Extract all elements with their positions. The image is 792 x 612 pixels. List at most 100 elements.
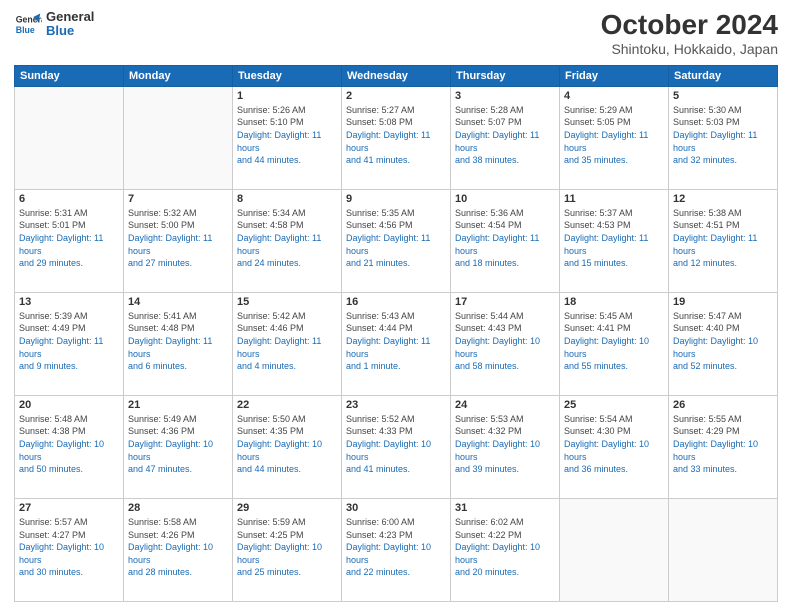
day-number: 4 <box>564 90 664 102</box>
day-info: Sunrise: 5:55 AMSunset: 4:29 PMDaylight:… <box>673 413 773 476</box>
day-info: Sunrise: 5:41 AMSunset: 4:48 PMDaylight:… <box>128 310 228 373</box>
day-info: Sunrise: 5:37 AMSunset: 4:53 PMDaylight:… <box>564 207 664 270</box>
day-number: 15 <box>237 296 337 308</box>
calendar-cell <box>124 86 233 189</box>
day-info: Sunrise: 5:29 AMSunset: 5:05 PMDaylight:… <box>564 104 664 167</box>
calendar-cell: 12 Sunrise: 5:38 AMSunset: 4:51 PMDayligh… <box>669 189 778 292</box>
week-row-1: 6 Sunrise: 5:31 AMSunset: 5:01 PMDaylight… <box>15 189 778 292</box>
day-info: Sunrise: 5:34 AMSunset: 4:58 PMDaylight:… <box>237 207 337 270</box>
calendar-cell: 10Sunrise: 5:36 AMSunset: 4:54 PMDayligh… <box>451 189 560 292</box>
logo-icon: General Blue <box>14 10 42 38</box>
day-info: Sunrise: 5:32 AMSunset: 5:00 PMDaylight:… <box>128 207 228 270</box>
calendar-cell: 21 Sunrise: 5:49 AMSunset: 4:36 PMDayligh… <box>124 395 233 498</box>
weekday-header-wednesday: Wednesday <box>342 65 451 86</box>
weekday-header-row: SundayMondayTuesdayWednesdayThursdayFrid… <box>15 65 778 86</box>
day-number: 2 <box>346 90 446 102</box>
day-info: Sunrise: 5:30 AMSunset: 5:03 PMDaylight:… <box>673 104 773 167</box>
calendar-title: October 2024 <box>601 10 778 41</box>
day-number: 21 <box>128 399 228 411</box>
day-info: Sunrise: 5:31 AMSunset: 5:01 PMDaylight:… <box>19 207 119 270</box>
day-number: 31 <box>455 502 555 514</box>
week-row-0: 1Sunrise: 5:26 AMSunset: 5:10 PMDaylight… <box>15 86 778 189</box>
week-row-2: 13Sunrise: 5:39 AMSunset: 4:49 PMDayligh… <box>15 292 778 395</box>
calendar-cell: 4 Sunrise: 5:29 AMSunset: 5:05 PMDaylight… <box>560 86 669 189</box>
day-info: Sunrise: 5:36 AMSunset: 4:54 PMDaylight:… <box>455 207 555 270</box>
day-info: Sunrise: 5:45 AMSunset: 4:41 PMDaylight:… <box>564 310 664 373</box>
calendar-cell: 25Sunrise: 5:54 AMSunset: 4:30 PMDayligh… <box>560 395 669 498</box>
day-number: 20 <box>19 399 119 411</box>
logo-line1: General <box>46 10 94 24</box>
day-info: Sunrise: 5:49 AMSunset: 4:36 PMDaylight:… <box>128 413 228 476</box>
day-number: 1 <box>237 90 337 102</box>
day-number: 19 <box>673 296 773 308</box>
day-number: 12 <box>673 193 773 205</box>
calendar-cell: 11 Sunrise: 5:37 AMSunset: 4:53 PMDayligh… <box>560 189 669 292</box>
day-number: 28 <box>128 502 228 514</box>
day-info: Sunrise: 6:00 AMSunset: 4:23 PMDaylight:… <box>346 516 446 579</box>
day-info: Sunrise: 5:58 AMSunset: 4:26 PMDaylight:… <box>128 516 228 579</box>
weekday-header-saturday: Saturday <box>669 65 778 86</box>
svg-text:Blue: Blue <box>16 25 35 35</box>
calendar-cell <box>15 86 124 189</box>
calendar-cell: 24 Sunrise: 5:53 AMSunset: 4:32 PMDayligh… <box>451 395 560 498</box>
day-info: Sunrise: 5:59 AMSunset: 4:25 PMDaylight:… <box>237 516 337 579</box>
page: General Blue General Blue October 2024 S… <box>0 0 792 612</box>
calendar-cell: 13Sunrise: 5:39 AMSunset: 4:49 PMDayligh… <box>15 292 124 395</box>
calendar-cell: 31 Sunrise: 6:02 AMSunset: 4:22 PMDayligh… <box>451 498 560 601</box>
day-info: Sunrise: 5:50 AMSunset: 4:35 PMDaylight:… <box>237 413 337 476</box>
calendar-cell: 20 Sunrise: 5:48 AMSunset: 4:38 PMDayligh… <box>15 395 124 498</box>
day-number: 3 <box>455 90 555 102</box>
weekday-header-sunday: Sunday <box>15 65 124 86</box>
day-number: 27 <box>19 502 119 514</box>
calendar-cell <box>560 498 669 601</box>
day-info: Sunrise: 5:42 AMSunset: 4:46 PMDaylight:… <box>237 310 337 373</box>
calendar-cell: 3 Sunrise: 5:28 AMSunset: 5:07 PMDaylight… <box>451 86 560 189</box>
day-info: Sunrise: 5:38 AMSunset: 4:51 PMDaylight:… <box>673 207 773 270</box>
day-number: 26 <box>673 399 773 411</box>
day-info: Sunrise: 5:35 AMSunset: 4:56 PMDaylight:… <box>346 207 446 270</box>
calendar-cell: 19 Sunrise: 5:47 AMSunset: 4:40 PMDayligh… <box>669 292 778 395</box>
day-number: 5 <box>673 90 773 102</box>
calendar-cell: 7Sunrise: 5:32 AMSunset: 5:00 PMDaylight… <box>124 189 233 292</box>
day-number: 16 <box>346 296 446 308</box>
calendar-cell: 26 Sunrise: 5:55 AMSunset: 4:29 PMDayligh… <box>669 395 778 498</box>
calendar-cell: 17Sunrise: 5:44 AMSunset: 4:43 PMDayligh… <box>451 292 560 395</box>
calendar-cell: 22 Sunrise: 5:50 AMSunset: 4:35 PMDayligh… <box>233 395 342 498</box>
weekday-header-friday: Friday <box>560 65 669 86</box>
calendar-cell: 16Sunrise: 5:43 AMSunset: 4:44 PMDayligh… <box>342 292 451 395</box>
weekday-header-monday: Monday <box>124 65 233 86</box>
day-number: 22 <box>237 399 337 411</box>
calendar-cell: 30Sunrise: 6:00 AMSunset: 4:23 PMDayligh… <box>342 498 451 601</box>
calendar-cell: 6 Sunrise: 5:31 AMSunset: 5:01 PMDaylight… <box>15 189 124 292</box>
calendar-cell: 15 Sunrise: 5:42 AMSunset: 4:46 PMDayligh… <box>233 292 342 395</box>
day-info: Sunrise: 5:54 AMSunset: 4:30 PMDaylight:… <box>564 413 664 476</box>
calendar-cell: 18Sunrise: 5:45 AMSunset: 4:41 PMDayligh… <box>560 292 669 395</box>
day-number: 9 <box>346 193 446 205</box>
week-row-3: 20 Sunrise: 5:48 AMSunset: 4:38 PMDayligh… <box>15 395 778 498</box>
calendar-cell: 28 Sunrise: 5:58 AMSunset: 4:26 PMDayligh… <box>124 498 233 601</box>
logo: General Blue General Blue <box>14 10 94 39</box>
day-info: Sunrise: 5:28 AMSunset: 5:07 PMDaylight:… <box>455 104 555 167</box>
day-info: Sunrise: 5:48 AMSunset: 4:38 PMDaylight:… <box>19 413 119 476</box>
day-number: 11 <box>564 193 664 205</box>
calendar-cell: 27Sunrise: 5:57 AMSunset: 4:27 PMDayligh… <box>15 498 124 601</box>
logo-text: General Blue <box>46 10 94 39</box>
calendar-cell: 8 Sunrise: 5:34 AMSunset: 4:58 PMDaylight… <box>233 189 342 292</box>
calendar-cell: 29Sunrise: 5:59 AMSunset: 4:25 PMDayligh… <box>233 498 342 601</box>
day-number: 8 <box>237 193 337 205</box>
calendar-cell: 1Sunrise: 5:26 AMSunset: 5:10 PMDaylight… <box>233 86 342 189</box>
logo-line2: Blue <box>46 24 94 38</box>
day-number: 23 <box>346 399 446 411</box>
calendar-cell: 23Sunrise: 5:52 AMSunset: 4:33 PMDayligh… <box>342 395 451 498</box>
day-info: Sunrise: 6:02 AMSunset: 4:22 PMDaylight:… <box>455 516 555 579</box>
calendar-cell: 14 Sunrise: 5:41 AMSunset: 4:48 PMDayligh… <box>124 292 233 395</box>
day-number: 14 <box>128 296 228 308</box>
weekday-header-tuesday: Tuesday <box>233 65 342 86</box>
day-info: Sunrise: 5:47 AMSunset: 4:40 PMDaylight:… <box>673 310 773 373</box>
day-number: 24 <box>455 399 555 411</box>
day-number: 6 <box>19 193 119 205</box>
day-number: 13 <box>19 296 119 308</box>
day-info: Sunrise: 5:53 AMSunset: 4:32 PMDaylight:… <box>455 413 555 476</box>
calendar-table: SundayMondayTuesdayWednesdayThursdayFrid… <box>14 65 778 602</box>
weekday-header-thursday: Thursday <box>451 65 560 86</box>
